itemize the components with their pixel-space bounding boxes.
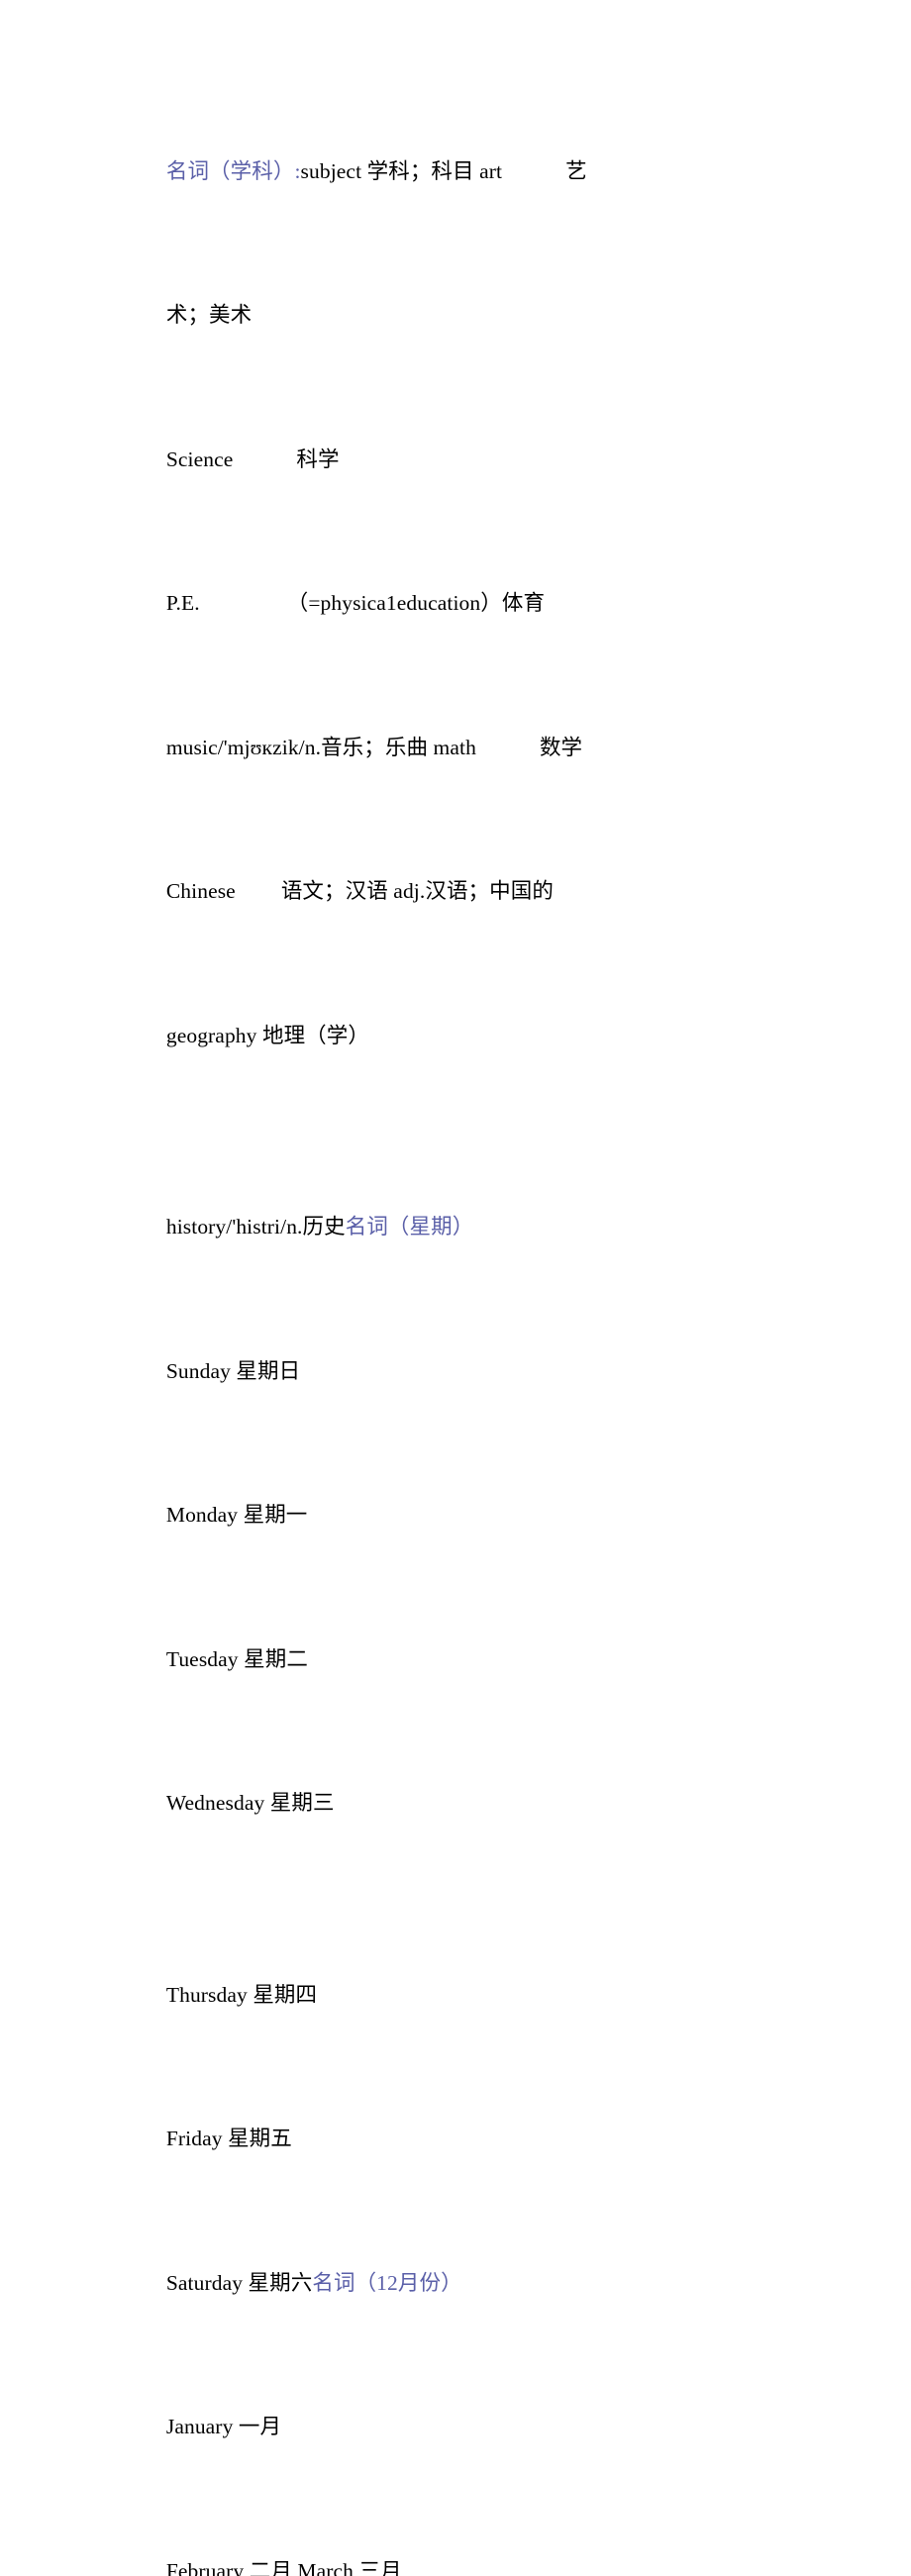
line-geography: geography 地理（学） [134, 963, 792, 1108]
term-music: music/'mjʊкzik/n.音乐；乐曲 math [166, 736, 476, 759]
gloss-chinese: 语文；汉语 adj.汉语；中国的 [281, 879, 554, 903]
term-wednesday: Wednesday 星期三 [166, 1791, 335, 1815]
line-february-march: February 二月 March 三月 [134, 2499, 792, 2576]
line-history-weekday-heading: history/'histri/n.历史名词（星期） [134, 1155, 792, 1300]
term-january: January 一月 [166, 2415, 281, 2438]
line-thursday: Thursday 星期四 [134, 1923, 792, 2067]
term-pe: P.E. [166, 591, 200, 615]
term-geography: geography 地理（学） [166, 1024, 369, 1047]
line-friday: Friday 星期五 [134, 2067, 792, 2212]
line-science: Science 科学 [134, 387, 792, 532]
line-monday: Monday 星期一 [134, 1443, 792, 1588]
term-thursday: Thursday 星期四 [166, 1983, 317, 2007]
line-sunday: Sunday 星期日 [134, 1299, 792, 1443]
text-art-cn-1: 艺 [565, 159, 587, 183]
term-february-march: February 二月 March 三月 [166, 2559, 402, 2576]
document-body: 名词（学科）:subject 学科；科目 art艺 术；美术 Science科学… [134, 99, 792, 2576]
term-tuesday: Tuesday 星期二 [166, 1647, 308, 1671]
line-subject-art: 名词（学科）:subject 学科；科目 art艺 [134, 99, 792, 244]
heading-noun-months: 名词（12月份） [312, 2271, 461, 2295]
line-pe: P.E. （=physica1education）体育 [134, 532, 792, 676]
line-saturday-month-heading: Saturday 星期六名词（12月份） [134, 2211, 792, 2355]
line-january: January 一月 [134, 2355, 792, 2500]
term-chinese: Chinese [166, 879, 236, 903]
term-sunday: Sunday 星期日 [166, 1359, 300, 1383]
term-friday: Friday 星期五 [166, 2127, 292, 2150]
term-saturday: Saturday 星期六 [166, 2271, 313, 2295]
term-history: history/'histri/n.历史 [166, 1215, 346, 1238]
gloss-science: 科学 [296, 447, 339, 471]
document-page: 名词（学科）:subject 学科；科目 art艺 术；美术 Science科学… [0, 0, 911, 1288]
heading-noun-subjects: 名词（学科） [166, 159, 295, 183]
line-wednesday: Wednesday 星期三 [134, 1732, 792, 1876]
line-chinese: Chinese 语文；汉语 adj.汉语；中国的 [134, 820, 792, 964]
paragraph-gap-weekdays-split [134, 1875, 792, 1923]
text-art-cn-2: 术；美术 [166, 303, 252, 327]
line-art-continued: 术；美术 [134, 244, 792, 388]
term-science: Science [166, 447, 234, 471]
term-monday: Monday 星期一 [166, 1503, 308, 1527]
line-tuesday: Tuesday 星期二 [134, 1587, 792, 1732]
gloss-pe: （=physica1education）体育 [287, 591, 545, 615]
heading-noun-weekdays: 名词（星期） [346, 1215, 474, 1238]
paragraph-gap-subjects-weekdays [134, 1108, 792, 1155]
gloss-math: 数学 [540, 736, 582, 759]
line-music-math: music/'mjʊкzik/n.音乐；乐曲 math 数学 [134, 675, 792, 820]
text-subject-art: subject 学科；科目 art [301, 159, 503, 183]
